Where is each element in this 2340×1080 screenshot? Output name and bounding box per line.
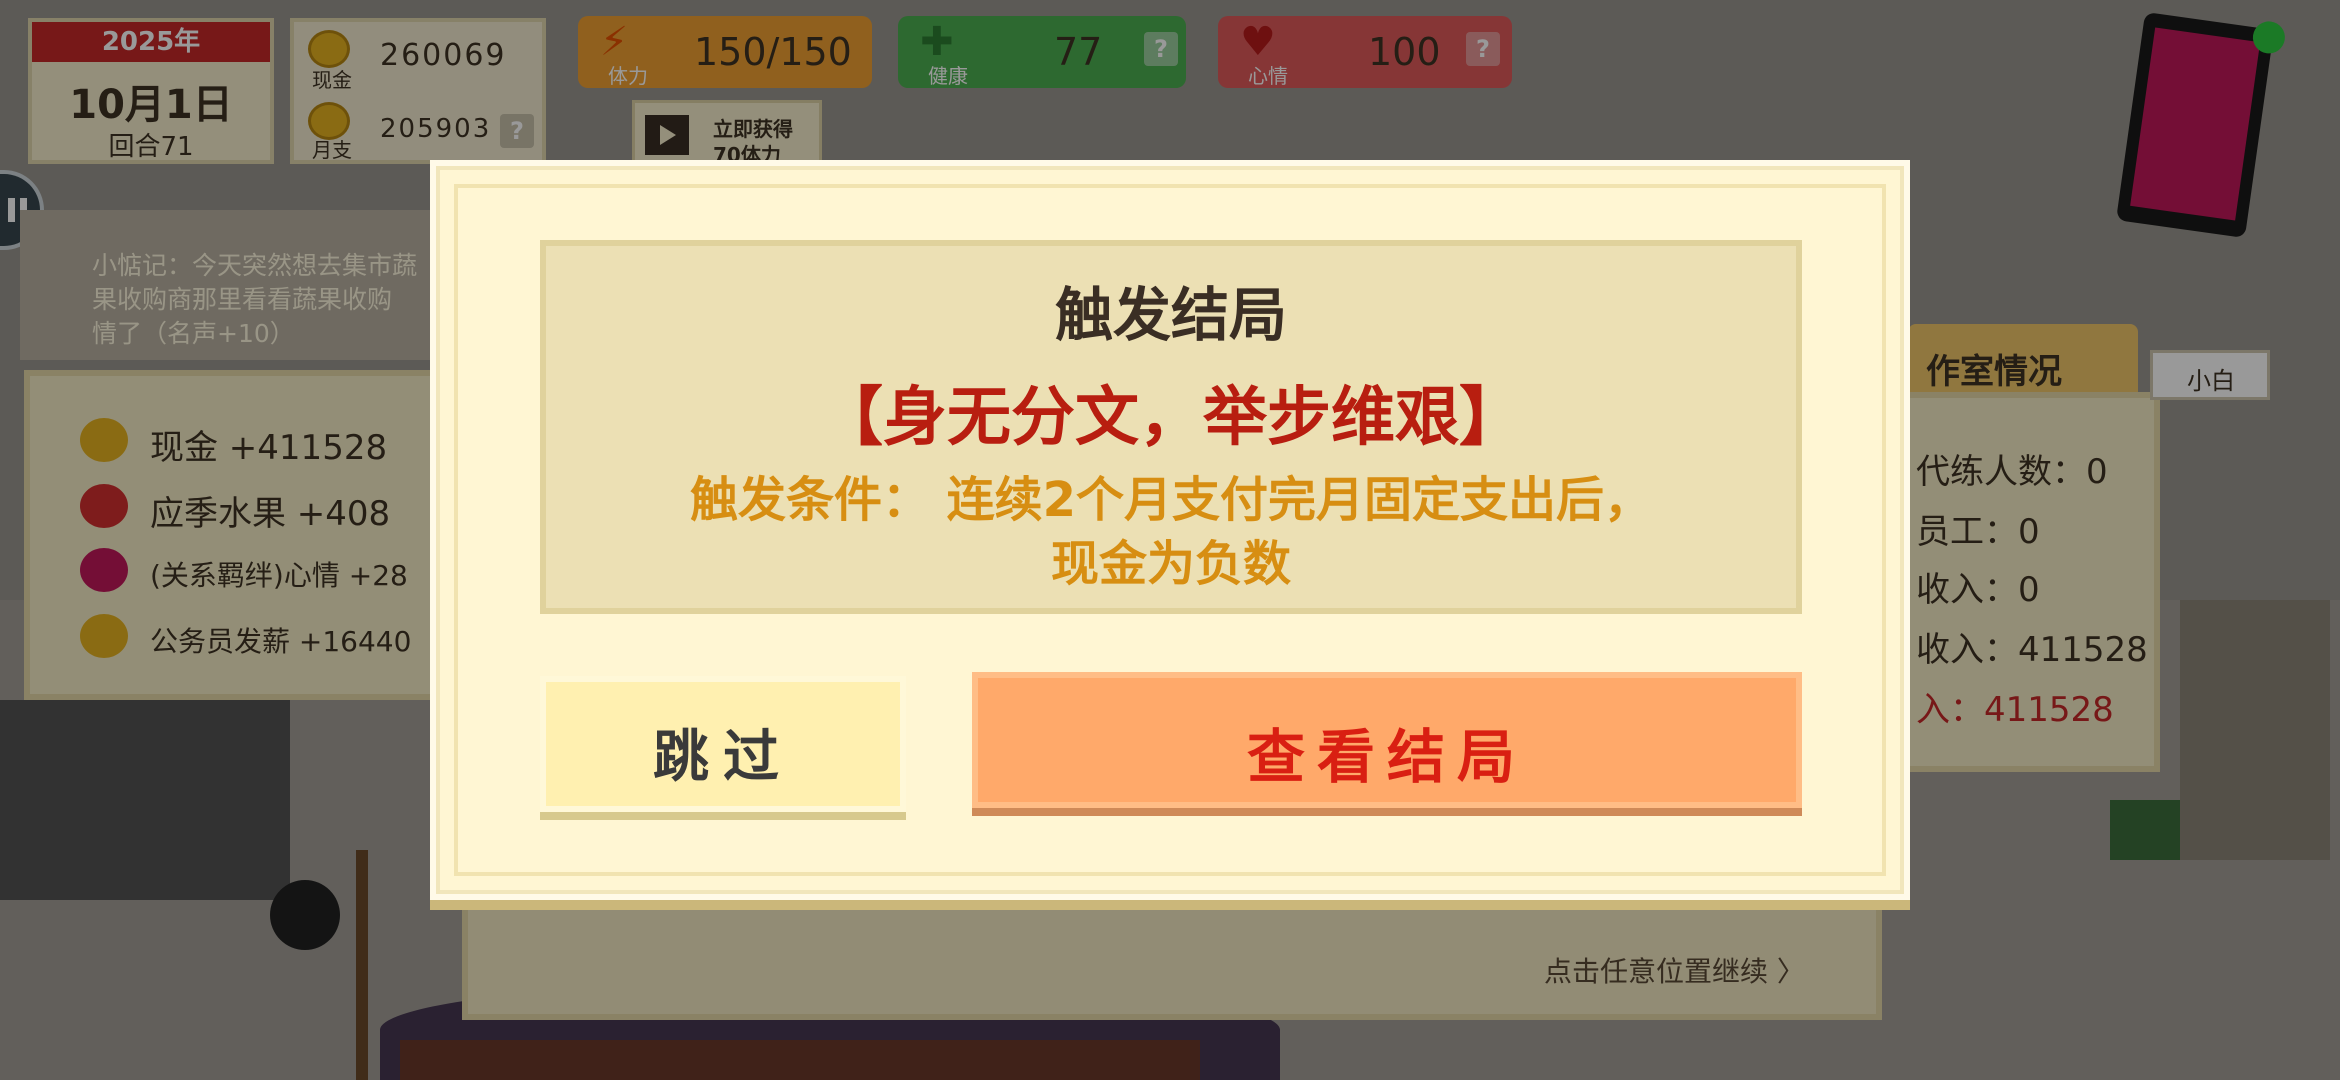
ending-info-box: 触发结局 【身无分文，举步维艰】 触发条件： 连续2个月支付完月固定支出后， 现… bbox=[540, 240, 1802, 614]
view-ending-button-label: 查看结局 bbox=[1246, 723, 1527, 791]
trigger-condition: 触发条件： 连续2个月支付完月固定支出后， 现金为负数 bbox=[606, 468, 1736, 596]
trigger-condition-line: 现金为负数 bbox=[1050, 536, 1291, 592]
ending-modal: 触发结局 【身无分文，举步维艰】 触发条件： 连续2个月支付完月固定支出后， 现… bbox=[430, 160, 1910, 900]
ending-name: 【身无分文，举步维艰】 bbox=[819, 381, 1523, 455]
modal-title: 触发结局 bbox=[1054, 281, 1287, 349]
view-ending-button[interactable]: 查看结局 bbox=[972, 672, 1802, 808]
trigger-condition-line: 触发条件： 连续2个月支付完月固定支出后， bbox=[689, 472, 1653, 528]
skip-button-label: 跳过 bbox=[653, 725, 793, 790]
skip-button[interactable]: 跳过 bbox=[540, 676, 906, 812]
